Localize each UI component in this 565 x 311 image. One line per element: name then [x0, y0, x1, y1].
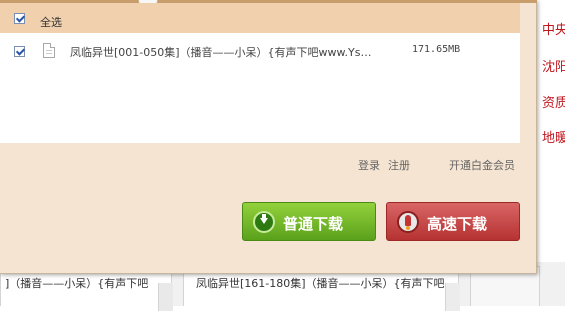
side-link-2[interactable]: 沈阳 — [542, 56, 565, 75]
side-link-4[interactable]: 地暖 — [542, 127, 565, 146]
side-link-1[interactable]: 中央 — [542, 19, 565, 38]
select-all-label: 全选 — [40, 16, 62, 29]
file-name: 凤临异世[001-050集]（播音——小呆）{有声下吧www.Ys… — [70, 46, 372, 59]
fast-download-button[interactable]: 高速下载 — [386, 202, 520, 241]
background-scrollbar[interactable] — [158, 283, 173, 311]
download-panel: 全选 凤临异世[001-050集]（播音——小呆）{有声下吧www.Ys… 17… — [0, 0, 537, 274]
select-all-row: 全选 — [0, 3, 520, 33]
file-list-scrollbar[interactable] — [520, 3, 536, 143]
normal-download-label: 普通下载 — [283, 215, 344, 233]
download-arrow-icon — [253, 211, 275, 233]
normal-download-button[interactable]: 普通下载 — [242, 202, 376, 241]
file-icon — [43, 43, 55, 58]
side-link-3[interactable]: 资质 — [542, 92, 565, 111]
file-size: 171.65MB — [412, 44, 461, 55]
register-link[interactable]: 注册 — [388, 157, 410, 173]
background-list-item-label: 凤临异世[161-180集]（播音——小呆）{有声下吧 — [196, 277, 445, 290]
background-scrollbar[interactable] — [445, 283, 460, 311]
background-list-item-label: ]（播音——小呆）{有声下吧 — [5, 277, 149, 290]
vip-link[interactable]: 开通白金会员 — [449, 157, 515, 173]
rocket-icon — [397, 211, 419, 233]
select-all-checkbox[interactable] — [14, 13, 25, 24]
login-link[interactable]: 登录 — [358, 157, 380, 173]
side-links: 中央 沈阳 资质 地暖 — [540, 0, 565, 306]
fast-download-label: 高速下载 — [427, 215, 488, 233]
file-checkbox[interactable] — [14, 46, 25, 57]
